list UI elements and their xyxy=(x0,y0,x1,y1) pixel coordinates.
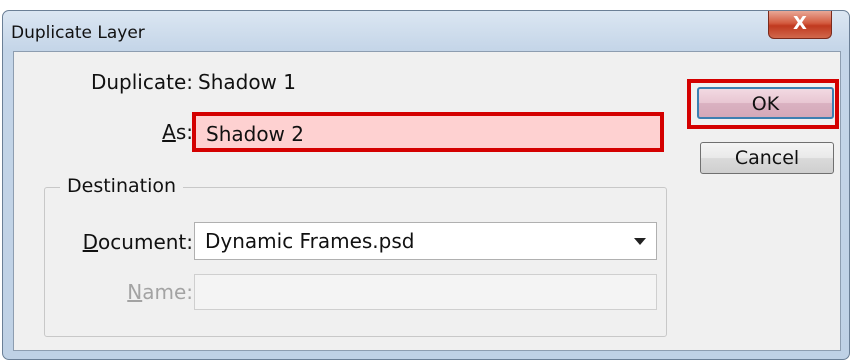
close-icon: X xyxy=(793,13,807,34)
cancel-button[interactable]: Cancel xyxy=(700,142,834,174)
as-label-mnemonic: A xyxy=(162,120,176,144)
window-title: Duplicate Layer xyxy=(11,23,145,43)
chevron-down-icon xyxy=(634,238,646,245)
name-label: Name: xyxy=(127,280,193,304)
document-label-rest: ocument: xyxy=(98,230,193,254)
document-label: Document: xyxy=(83,230,193,254)
as-name-input[interactable]: Shadow 2 xyxy=(192,112,664,152)
dialog-body: Duplicate: Shadow 1 As: Shadow 2 OK Canc… xyxy=(13,51,841,351)
title-bar[interactable]: Duplicate Layer X xyxy=(3,11,849,51)
as-label: As: xyxy=(162,120,193,144)
ok-button[interactable]: OK xyxy=(697,87,834,119)
document-select-value: Dynamic Frames.psd xyxy=(205,229,415,253)
name-input[interactable] xyxy=(194,274,657,310)
duplicate-value: Shadow 1 xyxy=(198,70,296,94)
name-label-mnemonic: N xyxy=(127,280,143,304)
destination-legend: Destination xyxy=(60,175,184,197)
destination-group: Destination xyxy=(44,175,667,337)
as-label-rest: s: xyxy=(175,120,193,144)
dialog-window: Duplicate Layer X Duplicate: Shadow 1 As… xyxy=(2,10,850,360)
document-select[interactable]: Dynamic Frames.psd xyxy=(194,222,657,260)
name-label-rest: ame: xyxy=(142,280,193,304)
close-button[interactable]: X xyxy=(768,11,832,39)
duplicate-label: Duplicate: xyxy=(90,70,193,94)
document-label-mnemonic: D xyxy=(82,230,99,254)
